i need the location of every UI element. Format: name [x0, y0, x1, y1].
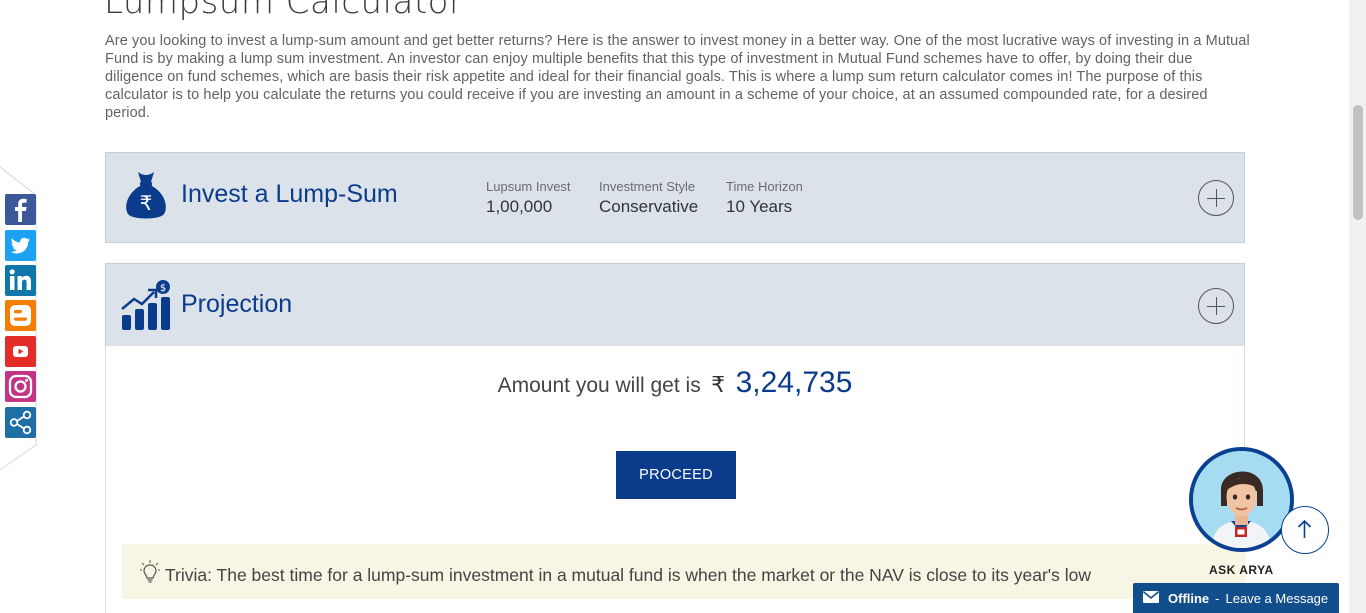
projection-panel-header[interactable]: $ Projection — [105, 263, 1245, 346]
expand-invest-button[interactable] — [1198, 180, 1234, 216]
stat-investment-style: Investment Style Conservative — [599, 179, 698, 217]
chat-separator: - — [1215, 590, 1220, 606]
proceed-button[interactable]: PROCEED — [616, 451, 736, 499]
trivia-text: Trivia: The best time for a lump-sum inv… — [165, 565, 1092, 585]
blogger-icon[interactable] — [5, 300, 36, 331]
page-title: Lumpsum Calculator — [104, 0, 464, 22]
ask-arya-avatar[interactable] — [1189, 447, 1294, 552]
stat-label: Investment Style — [599, 179, 696, 194]
ask-arya-label[interactable]: ASK ARYA — [1209, 563, 1274, 577]
trivia-box: Trivia: The best time for a lump-sum inv… — [122, 544, 1246, 599]
growth-chart-icon: $ — [120, 279, 172, 336]
offline-message-bar[interactable]: Offline - Leave a Message — [1133, 583, 1339, 613]
scrollbar-thumb[interactable] — [1353, 105, 1363, 220]
amount-label: Amount you will get is — [497, 374, 701, 397]
amount-value: 3,24,735 — [735, 366, 853, 399]
facebook-icon[interactable] — [5, 194, 36, 225]
scroll-to-top-button[interactable] — [1281, 506, 1329, 554]
twitter-icon[interactable] — [5, 230, 36, 261]
stat-label: Lupsum Invest — [486, 179, 571, 194]
chat-status: Offline — [1168, 590, 1210, 606]
envelope-icon — [1142, 590, 1160, 606]
leave-message-label: Leave a Message — [1225, 590, 1329, 606]
scrollbar[interactable] — [1349, 0, 1366, 613]
stat-time-horizon: Time Horizon 10 Years — [726, 179, 803, 217]
rupee-symbol: ₹ — [711, 372, 726, 397]
expand-projection-button[interactable] — [1198, 288, 1234, 324]
svg-text:$: $ — [160, 283, 166, 294]
stat-value: 1,00,000 — [486, 197, 553, 216]
stat-value: Conservative — [599, 197, 699, 216]
youtube-icon[interactable] — [5, 336, 36, 367]
money-bag-icon: ₹ — [124, 168, 168, 227]
linkedin-icon[interactable] — [5, 265, 36, 296]
avatar — [1193, 451, 1290, 548]
page: Lumpsum Calculator Are you looking to in… — [0, 0, 1366, 613]
intro-text: Are you looking to invest a lump-sum amo… — [105, 33, 1250, 121]
stat-label: Time Horizon — [726, 179, 803, 194]
invest-panel-title: Invest a Lump-Sum — [181, 180, 398, 208]
projection-panel-body: Amount you will get is ₹ 3,24,735 PROCEE… — [105, 346, 1246, 613]
arrow-up-icon — [1297, 519, 1312, 538]
stat-lumpsum-invest: Lupsum Invest 1,00,000 — [486, 179, 571, 217]
lightbulb-icon — [140, 560, 160, 589]
share-icon[interactable] — [5, 407, 36, 438]
projection-panel-title: Projection — [181, 290, 293, 318]
stat-value: 10 Years — [726, 197, 793, 216]
svg-text:₹: ₹ — [140, 191, 153, 215]
instagram-icon[interactable] — [5, 371, 36, 402]
amount-result: Amount you will get is ₹ 3,24,735 — [106, 366, 1244, 400]
invest-panel[interactable]: ₹ Invest a Lump-Sum Lupsum Invest 1,00,0… — [105, 152, 1245, 243]
